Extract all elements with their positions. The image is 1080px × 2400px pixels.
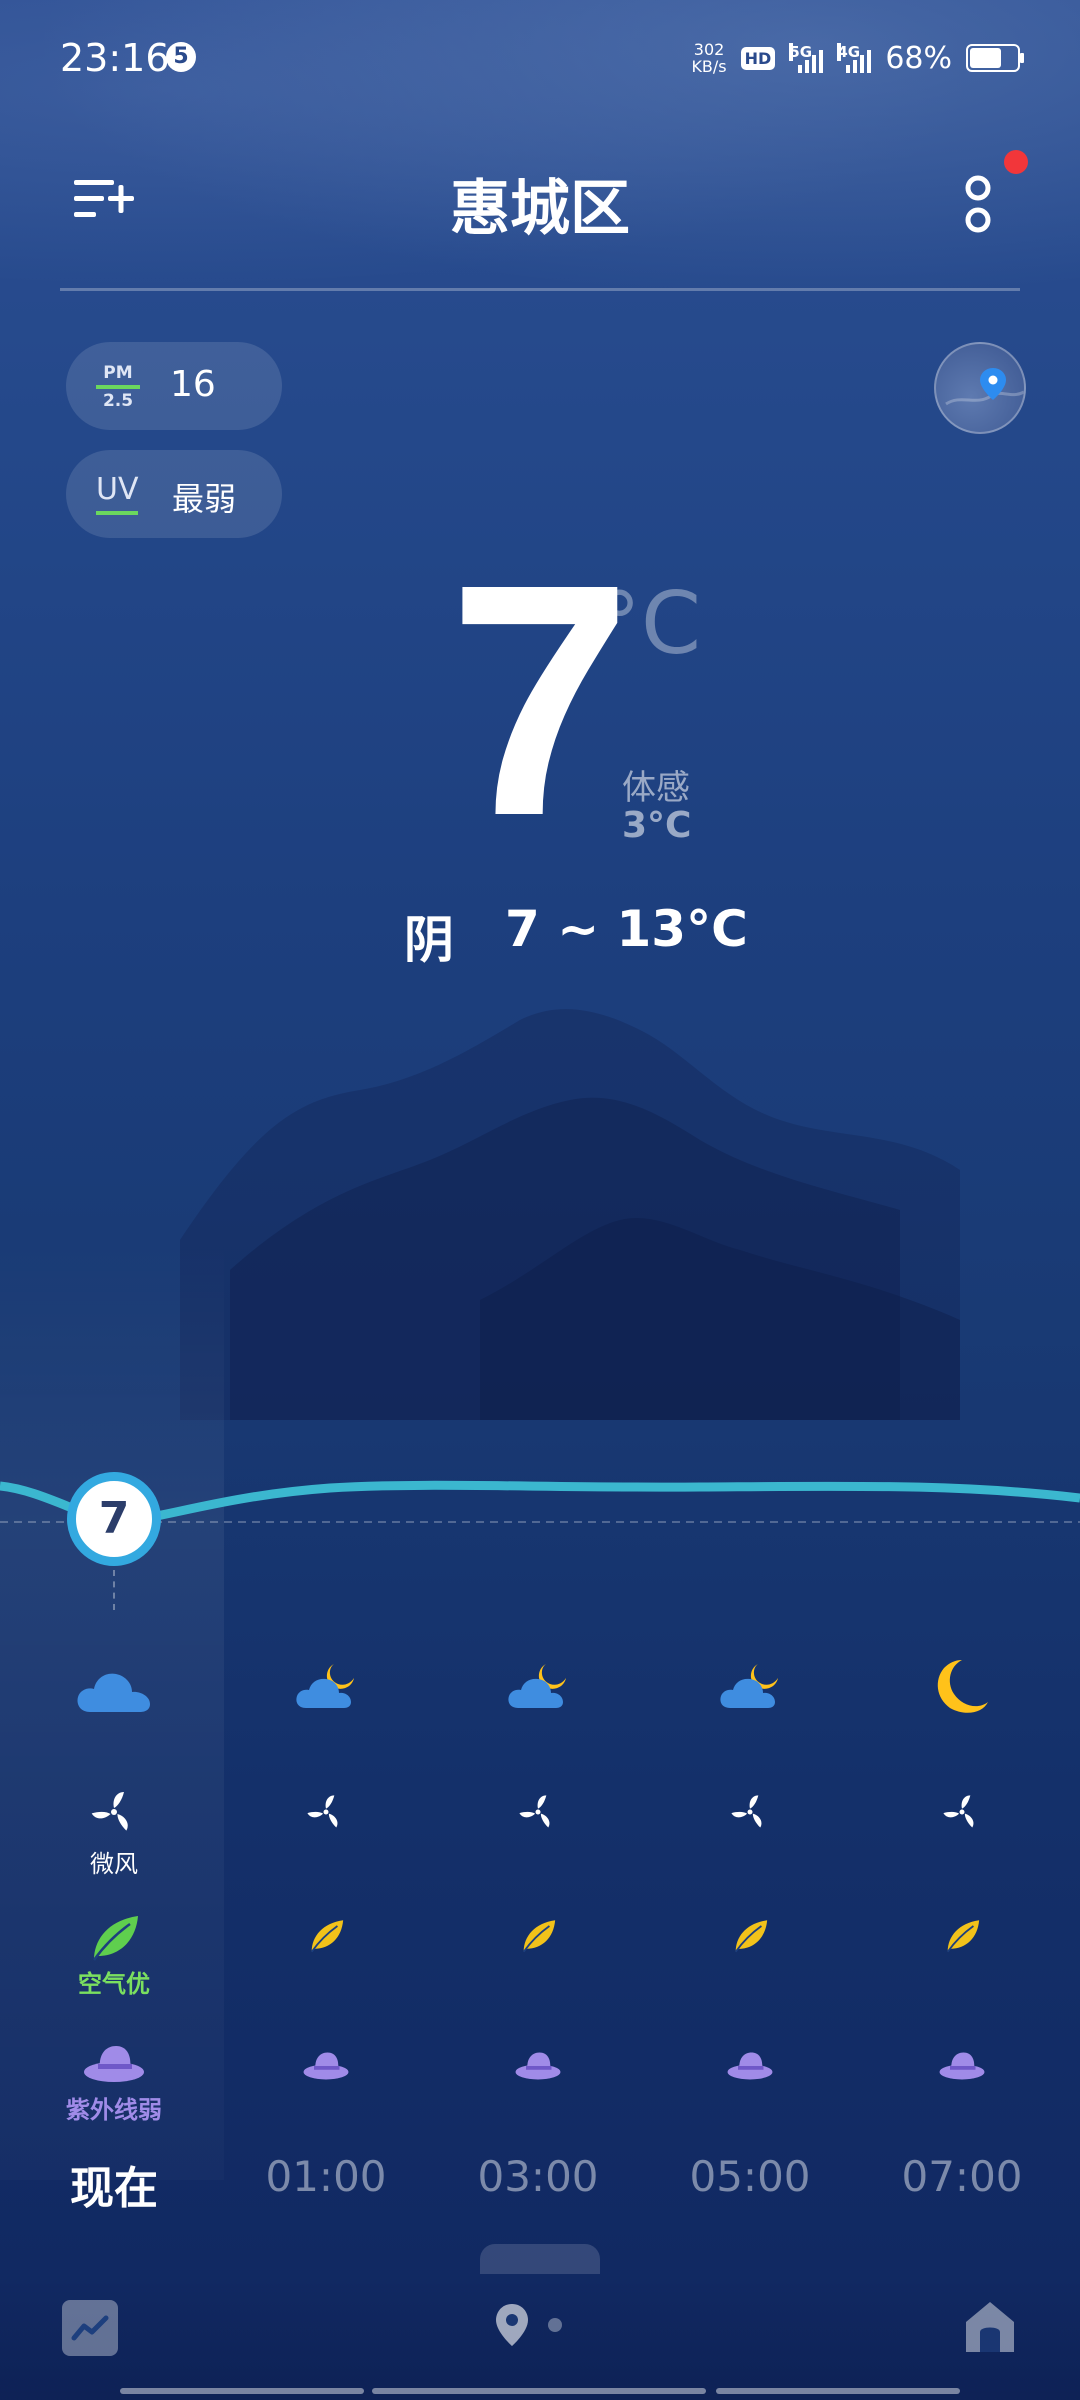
fan-wind-icon xyxy=(518,1792,558,1832)
expand-handle[interactable] xyxy=(480,2244,600,2274)
fan-wind-icon xyxy=(730,1792,770,1832)
cloud-moon-icon xyxy=(718,1658,782,1714)
leaf-icon xyxy=(306,1916,346,1956)
hd-icon: HD xyxy=(740,46,776,70)
hourly-temperature-curve xyxy=(0,1480,1080,1527)
nav-gesture-bar xyxy=(716,2388,960,2394)
uv-level-label: 紫外线弱 xyxy=(66,2096,162,2124)
bottom-bar xyxy=(0,2280,1080,2400)
temperature-unit: °C xyxy=(598,574,702,674)
leaf-icon xyxy=(730,1916,770,1956)
sun-hat-icon xyxy=(514,2048,562,2084)
sun-hat-icon xyxy=(82,2040,146,2088)
hour-label[interactable]: 01:00 xyxy=(226,2152,426,2201)
pm-label-top: PM xyxy=(103,363,133,383)
status-time: 23:16 xyxy=(60,36,170,80)
nav-gesture-bar xyxy=(120,2388,364,2394)
air-quality-label: 空气优 xyxy=(78,1970,150,1998)
more-dots-icon xyxy=(965,175,991,233)
current-temp-node[interactable]: 7 xyxy=(67,1472,161,1566)
status-icons: 302 KB/s HD 5G 4G 68% xyxy=(691,36,1024,80)
signal-5g-icon: 5G xyxy=(789,43,824,73)
pm25-chip[interactable]: PM 2.5 16 xyxy=(66,342,282,430)
notification-dot xyxy=(1004,150,1028,174)
more-options-button[interactable] xyxy=(950,170,1006,240)
home-button[interactable] xyxy=(962,2298,1018,2356)
trend-chart-icon xyxy=(71,2315,109,2341)
fan-wind-icon xyxy=(942,1792,982,1832)
uv-chip[interactable]: UV 最弱 xyxy=(66,450,282,538)
cloud-moon-icon xyxy=(506,1658,570,1714)
city-manage-button[interactable] xyxy=(70,170,140,230)
map-pin-icon xyxy=(945,368,1024,406)
list-add-icon xyxy=(74,180,134,217)
sun-hat-icon xyxy=(726,2048,774,2084)
leaf-icon xyxy=(942,1916,982,1956)
leaf-icon xyxy=(518,1916,558,1956)
header-divider xyxy=(60,288,1020,291)
hour-label[interactable]: 05:00 xyxy=(650,2152,850,2201)
leaf-icon xyxy=(86,1910,142,1966)
hour-label[interactable]: 03:00 xyxy=(438,2152,638,2201)
page-indicator-dot xyxy=(548,2318,562,2332)
feels-like-label: 体感 xyxy=(622,768,690,808)
signal-4g-icon: 4G xyxy=(837,43,872,73)
net-speed-unit: KB/s xyxy=(691,57,727,76)
net-speed-value: 302 xyxy=(693,40,725,59)
notification-badge: 5 xyxy=(166,42,196,72)
feels-like-value: 3°C xyxy=(622,805,692,846)
uv-icon: UV xyxy=(96,472,139,515)
moon-icon xyxy=(932,1656,992,1716)
temperature-range: 7 ~ 13°C xyxy=(505,900,748,958)
node-stem xyxy=(113,1570,115,1610)
map-button[interactable] xyxy=(934,342,1026,434)
battery-percent: 68% xyxy=(885,40,952,76)
net-speed: 302 KB/s xyxy=(691,41,726,75)
pm-label-bottom: 2.5 xyxy=(102,391,134,411)
hour-label[interactable]: 07:00 xyxy=(862,2152,1062,2201)
cloud-moon-icon xyxy=(294,1658,358,1714)
status-bar: 23:16 5 302 KB/s HD 5G 4G 68% xyxy=(0,0,1080,110)
uv-value: 最弱 xyxy=(172,480,237,518)
fan-wind-icon xyxy=(90,1788,138,1836)
sun-hat-icon xyxy=(302,2048,350,2084)
battery-level-fill xyxy=(970,48,1002,68)
trend-button[interactable] xyxy=(62,2300,118,2356)
sun-hat-icon xyxy=(938,2048,986,2084)
hour-label-now[interactable]: 现在 xyxy=(14,2152,214,2216)
weather-condition: 阴 xyxy=(404,911,454,969)
pm25-value: 16 xyxy=(170,364,216,405)
cloud-icon xyxy=(74,1660,154,1720)
home-icon xyxy=(966,2302,1014,2352)
fan-wind-icon xyxy=(306,1792,346,1832)
battery-icon xyxy=(966,44,1024,72)
network-5g-label: 5G xyxy=(789,43,813,61)
weather-screen: 23:16 5 302 KB/s HD 5G 4G 68% 惠城区 PM 2.5… xyxy=(0,0,1080,2400)
wind-label: 微风 xyxy=(90,1850,138,1878)
pm25-icon: PM 2.5 xyxy=(96,362,140,412)
location-pin-icon xyxy=(496,2304,528,2346)
network-4g-label: 4G xyxy=(837,43,861,61)
nav-gesture-bar xyxy=(372,2388,706,2394)
location-page-button[interactable] xyxy=(494,2302,530,2350)
